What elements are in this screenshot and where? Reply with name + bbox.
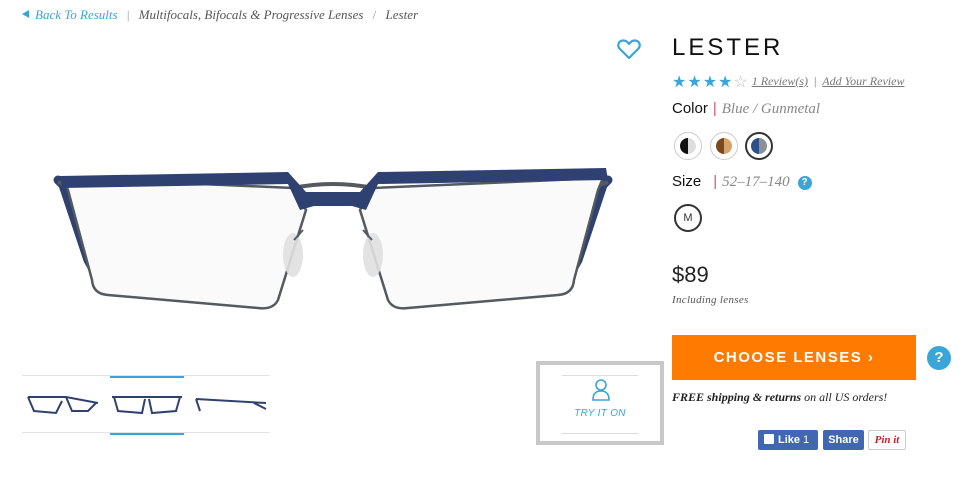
- help-icon[interactable]: ?: [927, 346, 951, 370]
- star-icon: ★: [687, 74, 702, 91]
- color-separator: |: [712, 100, 717, 117]
- facebook-thumb-icon: [764, 434, 774, 444]
- size-row: Size | 52–17–140?: [672, 173, 812, 191]
- like-label: Like: [778, 434, 801, 446]
- product-main-image: [53, 168, 613, 310]
- pinterest-button[interactable]: Pin it: [868, 430, 906, 450]
- choose-lenses-button[interactable]: CHOOSE LENSES ›: [672, 335, 916, 380]
- try-it-on-button[interactable]: TRY IT ON: [536, 361, 664, 445]
- breadcrumb-current: Lester: [385, 7, 419, 22]
- star-empty-icon: ☆: [733, 74, 748, 91]
- facebook-share-button[interactable]: Share: [823, 430, 864, 450]
- back-to-results-link[interactable]: Back To Results: [22, 7, 118, 22]
- breadcrumb-separator: |: [126, 7, 130, 22]
- try-it-on-label: TRY IT ON: [574, 408, 626, 419]
- color-swatch-blue-gunmetal[interactable]: [745, 132, 773, 160]
- thumbnail-strip: [22, 375, 272, 435]
- breadcrumb: Back To Results | Multifocals, Bifocals …: [22, 7, 418, 23]
- like-count: 1: [803, 434, 810, 446]
- color-swatch-black[interactable]: [674, 132, 702, 160]
- shipping-note: FREE shipping & returns on all US orders…: [672, 390, 887, 405]
- back-triangle-icon: [22, 10, 29, 18]
- reviews-link[interactable]: 1 Review(s): [752, 74, 808, 88]
- thumbnail-angle[interactable]: [22, 376, 104, 434]
- divider: [562, 375, 638, 376]
- rating-row: ★★★★☆ 1 Review(s) | Add Your Review: [672, 72, 904, 92]
- breadcrumb-slash: /: [372, 7, 377, 22]
- rating-separator: |: [814, 74, 817, 88]
- divider: [562, 433, 638, 434]
- color-swatch-tortoise[interactable]: [710, 132, 738, 160]
- product-title: LESTER: [672, 34, 784, 61]
- thumbnail-side[interactable]: [190, 376, 272, 434]
- size-value: 52–17–140: [722, 174, 790, 190]
- star-icon: ★: [702, 74, 718, 91]
- size-separator: |: [713, 173, 718, 190]
- back-to-results-label: Back To Results: [35, 7, 118, 22]
- breadcrumb-category[interactable]: Multifocals, Bifocals & Progressive Lens…: [139, 7, 364, 22]
- price-note: Including lenses: [672, 294, 749, 306]
- heart-icon[interactable]: [617, 38, 641, 60]
- color-label: Color: [672, 100, 708, 117]
- color-row: Color | Blue / Gunmetal: [672, 100, 820, 118]
- star-icon: ★: [672, 74, 687, 91]
- size-label: Size: [672, 173, 702, 190]
- size-option-m[interactable]: M: [674, 204, 702, 232]
- color-value: Blue / Gunmetal: [721, 101, 821, 117]
- star-rating: ★★★★☆: [672, 72, 749, 92]
- size-help-icon[interactable]: ?: [797, 176, 812, 190]
- price: $89: [672, 262, 709, 287]
- star-icon: ★: [718, 74, 733, 91]
- person-icon: [592, 379, 610, 401]
- thumbnail-front[interactable]: [106, 376, 188, 435]
- facebook-like-button[interactable]: Like 1: [758, 430, 818, 450]
- shipping-bold: FREE shipping & returns: [672, 390, 802, 404]
- add-review-link[interactable]: Add Your Review: [822, 74, 904, 88]
- shipping-rest: on all US orders!: [801, 390, 888, 404]
